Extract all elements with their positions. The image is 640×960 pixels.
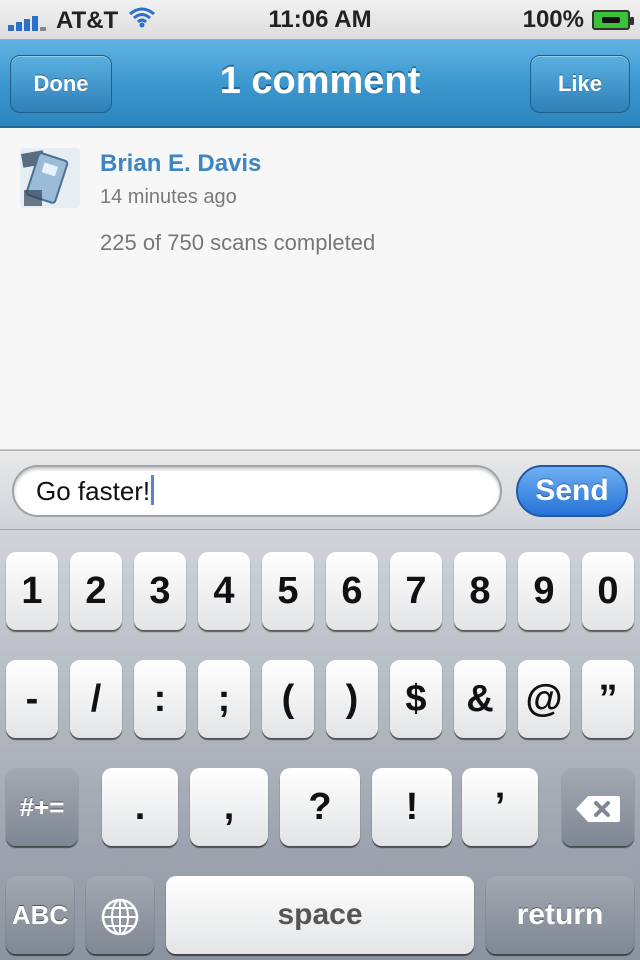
- key-ampersand[interactable]: &: [454, 660, 506, 738]
- key-exclamation[interactable]: !: [372, 768, 452, 846]
- comment-input[interactable]: Go faster!: [12, 465, 502, 517]
- key-3[interactable]: 3: [134, 552, 186, 630]
- key-question[interactable]: ?: [280, 768, 360, 846]
- comment-author[interactable]: Brian E. Davis: [100, 150, 261, 178]
- key-1[interactable]: 1: [6, 552, 58, 630]
- key-at[interactable]: @: [518, 660, 570, 738]
- key-open-paren[interactable]: (: [262, 660, 314, 738]
- user-avatar-icon[interactable]: [20, 148, 80, 208]
- comment-input-value: Go faster!: [36, 476, 151, 506]
- key-8[interactable]: 8: [454, 552, 506, 630]
- key-colon[interactable]: :: [134, 660, 186, 738]
- key-2[interactable]: 2: [70, 552, 122, 630]
- key-semicolon[interactable]: ;: [198, 660, 250, 738]
- key-abc[interactable]: ABC: [6, 876, 74, 954]
- status-bar: AT&T 11:06 AM 100%: [0, 0, 640, 40]
- key-quote[interactable]: ”: [582, 660, 634, 738]
- comment-text: 225 of 750 scans completed: [100, 230, 376, 255]
- like-button[interactable]: Like: [530, 55, 630, 113]
- key-0[interactable]: 0: [582, 552, 634, 630]
- text-cursor: [151, 475, 155, 505]
- space-key[interactable]: space: [166, 876, 474, 954]
- key-9[interactable]: 9: [518, 552, 570, 630]
- key-7[interactable]: 7: [390, 552, 442, 630]
- battery-charging-icon: [592, 10, 634, 30]
- key-apostrophe[interactable]: ’: [462, 768, 538, 846]
- key-4[interactable]: 4: [198, 552, 250, 630]
- nav-bar: Done 1 comment Like: [0, 40, 640, 128]
- globe-icon[interactable]: [86, 876, 154, 954]
- comment-list: Brian E. Davis 14 minutes ago 225 of 750…: [0, 130, 640, 450]
- comment-composer: Go faster! Send: [0, 450, 640, 530]
- return-key[interactable]: return: [486, 876, 634, 954]
- comment-timestamp: 14 minutes ago: [100, 186, 237, 208]
- key-5[interactable]: 5: [262, 552, 314, 630]
- key-period[interactable]: .: [102, 768, 178, 846]
- key-dollar[interactable]: $: [390, 660, 442, 738]
- battery-percent: 100%: [522, 6, 584, 33]
- key-slash[interactable]: /: [70, 660, 122, 738]
- key-more-symbols[interactable]: #+=: [6, 768, 78, 846]
- backspace-icon[interactable]: [562, 768, 634, 846]
- key-close-paren[interactable]: ): [326, 660, 378, 738]
- keyboard: 1 2 3 4 5 6 7 8 9 0 - / : ; ( ) $ & @ ” …: [0, 530, 640, 960]
- key-6[interactable]: 6: [326, 552, 378, 630]
- send-button[interactable]: Send: [516, 465, 628, 517]
- key-comma[interactable]: ,: [190, 768, 268, 846]
- key-dash[interactable]: -: [6, 660, 58, 738]
